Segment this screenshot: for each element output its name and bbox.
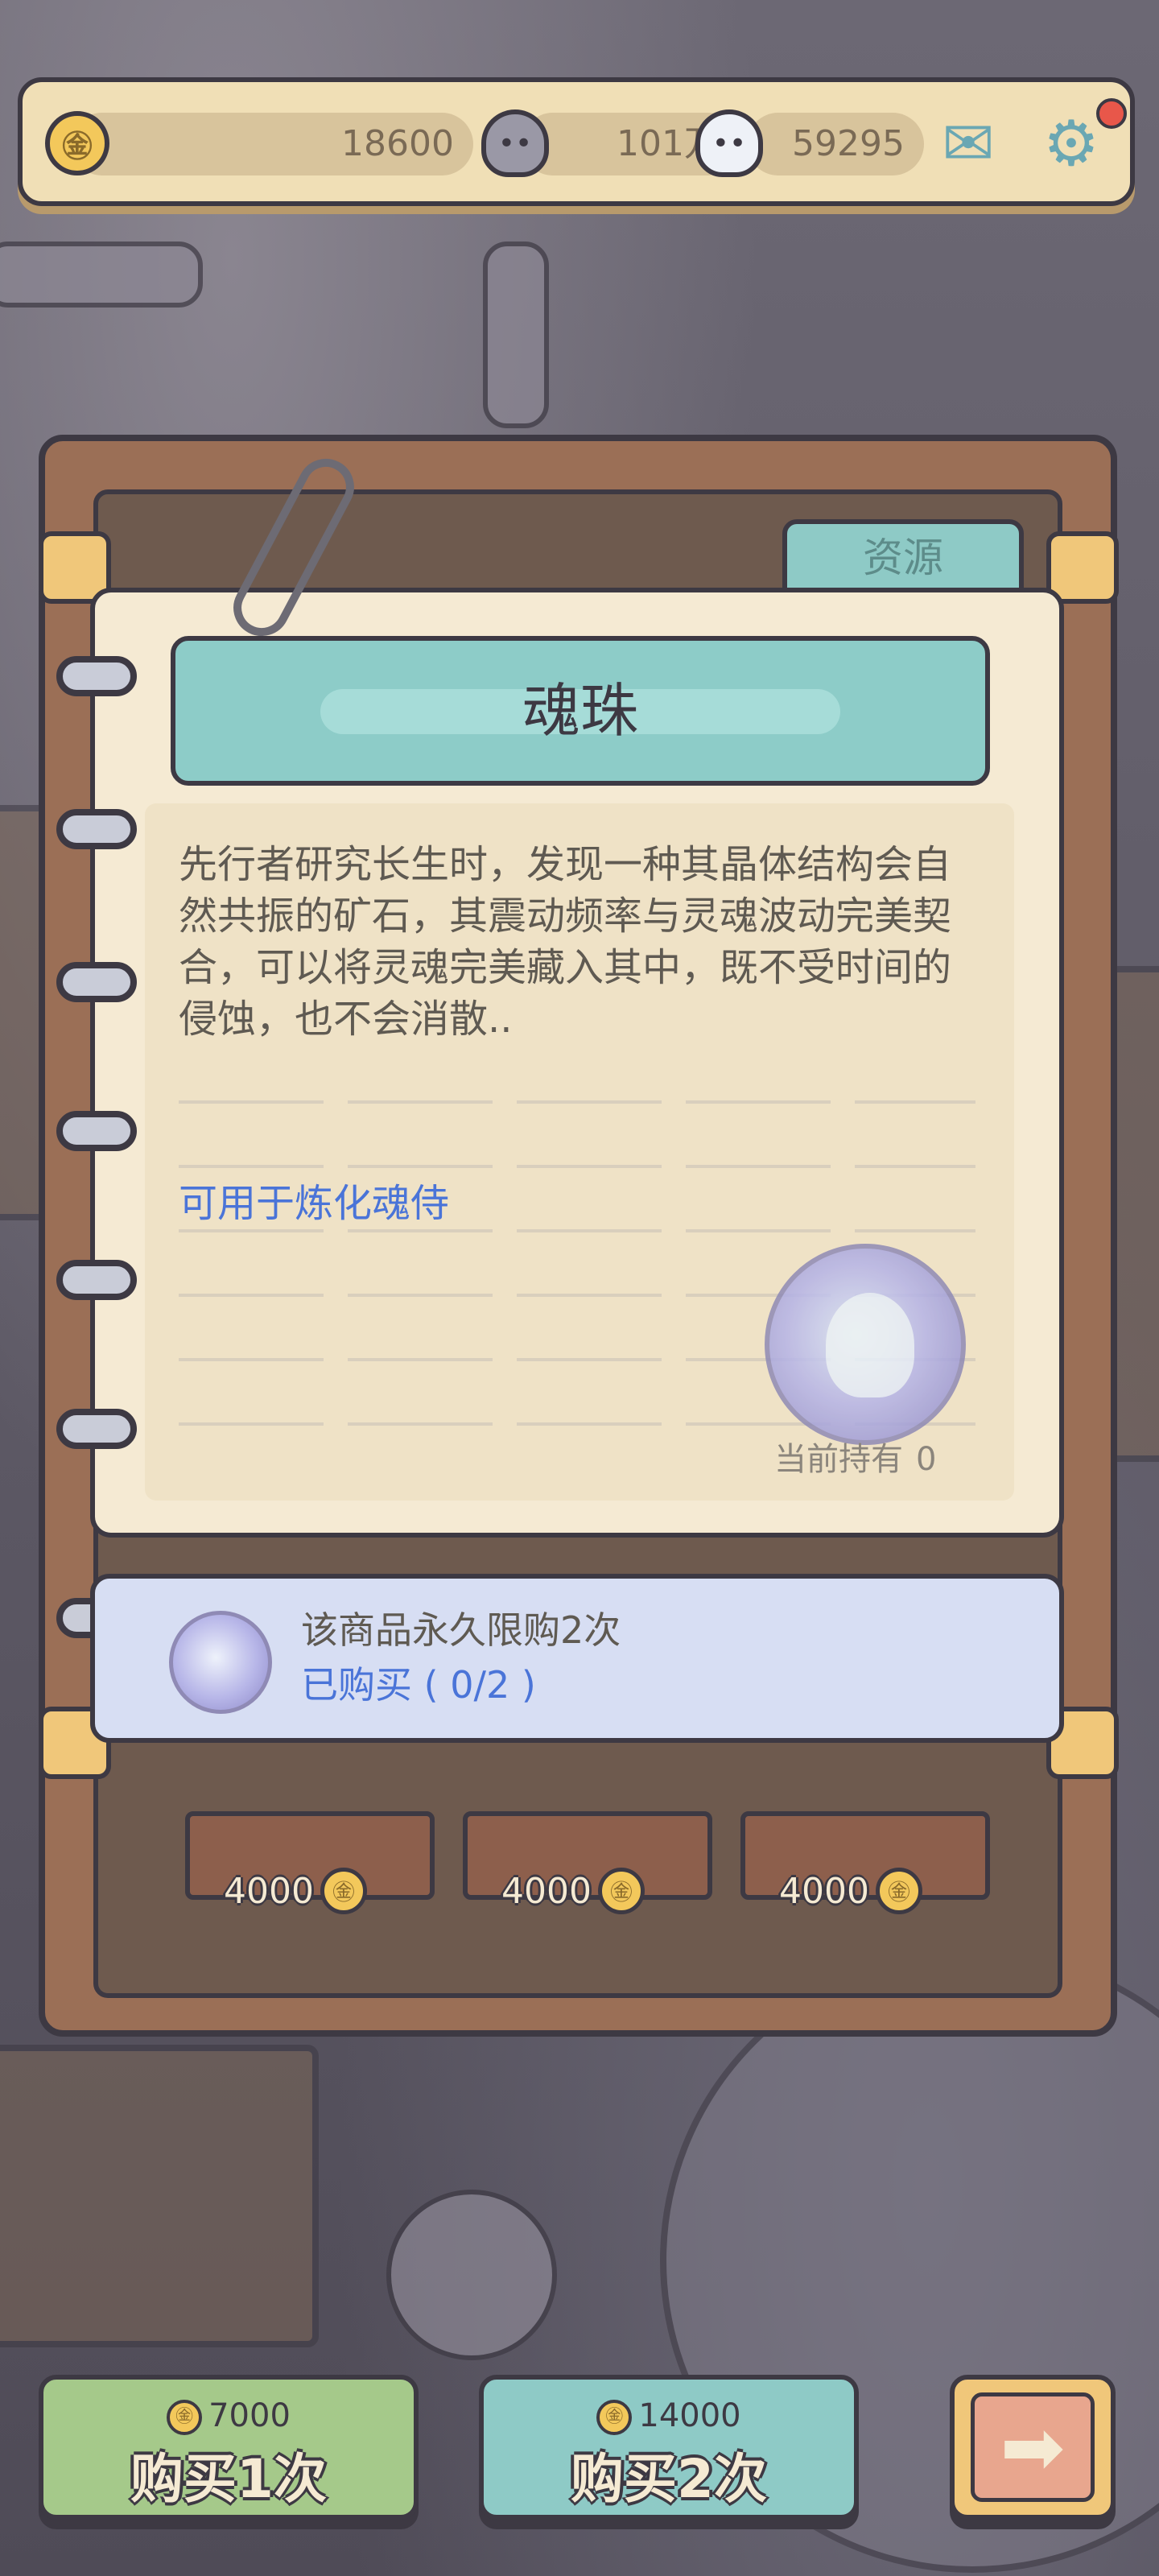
tab-resources[interactable]: 资源 xyxy=(782,519,1024,596)
shelf-price: 4000 ㊎ xyxy=(501,1868,645,1914)
binder-ring-icon xyxy=(56,1111,137,1151)
notification-dot xyxy=(1096,98,1127,129)
item-title-banner: 魂珠 xyxy=(171,636,990,786)
light-ghost-icon: •• xyxy=(695,109,763,177)
soul-orb-icon xyxy=(765,1244,966,1445)
item-usage-link[interactable]: 可用于炼化魂侍 xyxy=(179,1171,449,1228)
light-ghost-counter: 59295 xyxy=(747,113,924,175)
arrow-right-icon: ➡ xyxy=(971,2392,1095,2502)
coin-icon: ㊎ xyxy=(875,1868,922,1914)
coin-icon: ㊎ xyxy=(45,111,109,175)
coin-counter: 18600 xyxy=(71,113,473,175)
binder-ring-icon xyxy=(56,962,137,1002)
shelf-price: 4000 ㊎ xyxy=(779,1868,922,1914)
item-description: 先行者研究长生时，发现一种其晶体结构会自然共振的矿石，其震动频率与灵魂波动完美契… xyxy=(179,842,952,1042)
coin-icon: ㊎ xyxy=(596,2400,633,2435)
purchase-limit-card: 该商品永久限购2次 已购买 ( 0/2 ) xyxy=(90,1574,1064,1743)
coin-icon: ㊎ xyxy=(597,1868,645,1914)
buy-once-button[interactable]: ㊎ 7000 购买1次 xyxy=(39,2375,419,2520)
item-name: 魂珠 xyxy=(522,677,638,745)
currency-bar: 18600 ㊎ 101万 •• 59295 •• ✉ ⚙ xyxy=(18,77,1135,206)
binder-ring-icon xyxy=(56,809,137,849)
coin-icon: ㊎ xyxy=(167,2400,203,2435)
shelf-price: 4000 ㊎ xyxy=(224,1868,367,1914)
mail-icon[interactable]: ✉ xyxy=(924,100,1013,188)
coin-icon: ㊎ xyxy=(320,1868,367,1914)
dark-ghost-icon: •• xyxy=(481,109,549,177)
soul-orb-icon xyxy=(169,1611,272,1714)
purchased-count: 已购买 ( 0/2 ) xyxy=(301,1663,536,1707)
binder-ring-icon xyxy=(56,656,137,696)
limit-text: 该商品永久限购2次 xyxy=(301,1608,621,1652)
holding-count: 当前持有 0 xyxy=(774,1441,937,1478)
next-button[interactable]: ➡ xyxy=(950,2375,1116,2520)
buy-twice-button[interactable]: ㊎ 14000 购买2次 xyxy=(479,2375,859,2520)
binder-ring-icon xyxy=(56,1409,137,1449)
binder-ring-icon xyxy=(56,1260,137,1300)
